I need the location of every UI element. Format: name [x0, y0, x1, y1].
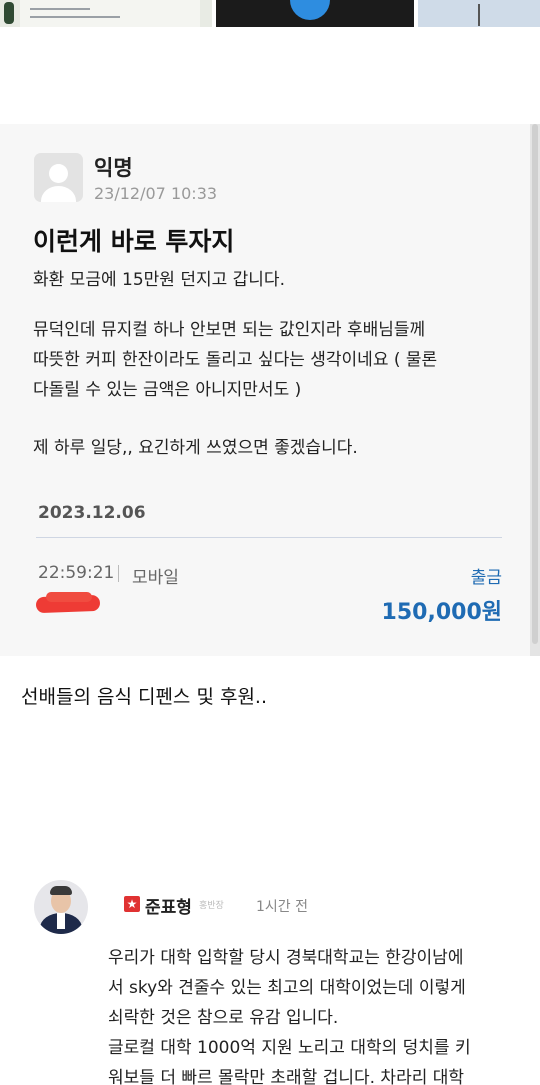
comment-line: 워보들 더 빠르 몰락만 초래할 겁니다. 차라리 대학: [108, 1068, 465, 1085]
anonymous-avatar-icon: [34, 153, 83, 202]
transaction-time: 22:59:21: [38, 563, 115, 583]
post-body-line: 화환 모금에 15만원 던지고 갑니다.: [33, 270, 285, 290]
post-body-line: 제 하루 일당,, 요긴하게 쓰였으면 좋겠습니다.: [33, 438, 358, 458]
thumbnail-dark[interactable]: [216, 0, 414, 27]
post-body: 화환 모금에 15만원 던지고 갑니다. 뮤덕인데 뮤지컬 하나 안보면 되는 …: [33, 268, 513, 461]
comment-author-role: 홍반장: [199, 901, 224, 911]
post-body-line: 뮤덕인데 뮤지컬 하나 안보면 되는 값인지라 후배님들께: [33, 320, 426, 340]
text-line: [30, 8, 90, 10]
scrollbar[interactable]: [532, 124, 538, 644]
post-date: 23/12/07 10:33: [94, 184, 218, 203]
comment-line: 글로컬 대학 1000억 지원 노리고 대학의 덩치를 키: [108, 1038, 471, 1058]
separator: [118, 565, 119, 582]
redaction-mark: [46, 592, 92, 602]
transaction-date: 2023.12.06: [38, 503, 146, 523]
post-body-line: 따뜻한 커피 한잔이라도 돌리고 싶다는 생각이네요 ( 물론: [33, 350, 438, 370]
flagpole-icon: [478, 4, 480, 26]
comment-line: 우리가 대학 입학할 당시 경북대학교는 한강이남에: [108, 948, 464, 968]
transaction-amount: 150,000원: [381, 600, 502, 625]
star-badge-icon: ★: [124, 896, 140, 912]
comment-line: 쇠락한 것은 참으로 유감 입니다.: [108, 1008, 339, 1028]
post-title: 이런게 바로 투자지: [33, 227, 235, 256]
document-preview: [20, 0, 200, 27]
thumbnail-document[interactable]: [0, 0, 212, 27]
comment-line: 서 sky와 견줄수 있는 최고의 대학이었는데 이렇게: [108, 978, 466, 998]
comment-time: 1시간 전: [256, 899, 308, 915]
text-line: [30, 16, 120, 18]
comment-body: 우리가 대학 입학할 당시 경북대학교는 한강이남에 서 sky와 견줄수 있는…: [108, 943, 523, 1085]
post-author: 익명: [94, 156, 133, 180]
thumbnail-sky[interactable]: [418, 0, 540, 27]
comment-author[interactable]: 준표형: [145, 893, 192, 918]
transaction-type: 출금: [470, 568, 502, 588]
transaction-channel: 모바일: [132, 568, 179, 588]
commenter-avatar[interactable]: [34, 880, 88, 934]
circle-icon: [290, 0, 330, 20]
post-body-line: 다돌릴 수 있는 금액은 아니지만서도 ): [33, 380, 302, 400]
divider: [36, 537, 502, 538]
caption-text: 선배들의 음식 디펜스 및 후원..: [21, 686, 267, 708]
emblem-icon: [4, 2, 14, 24]
